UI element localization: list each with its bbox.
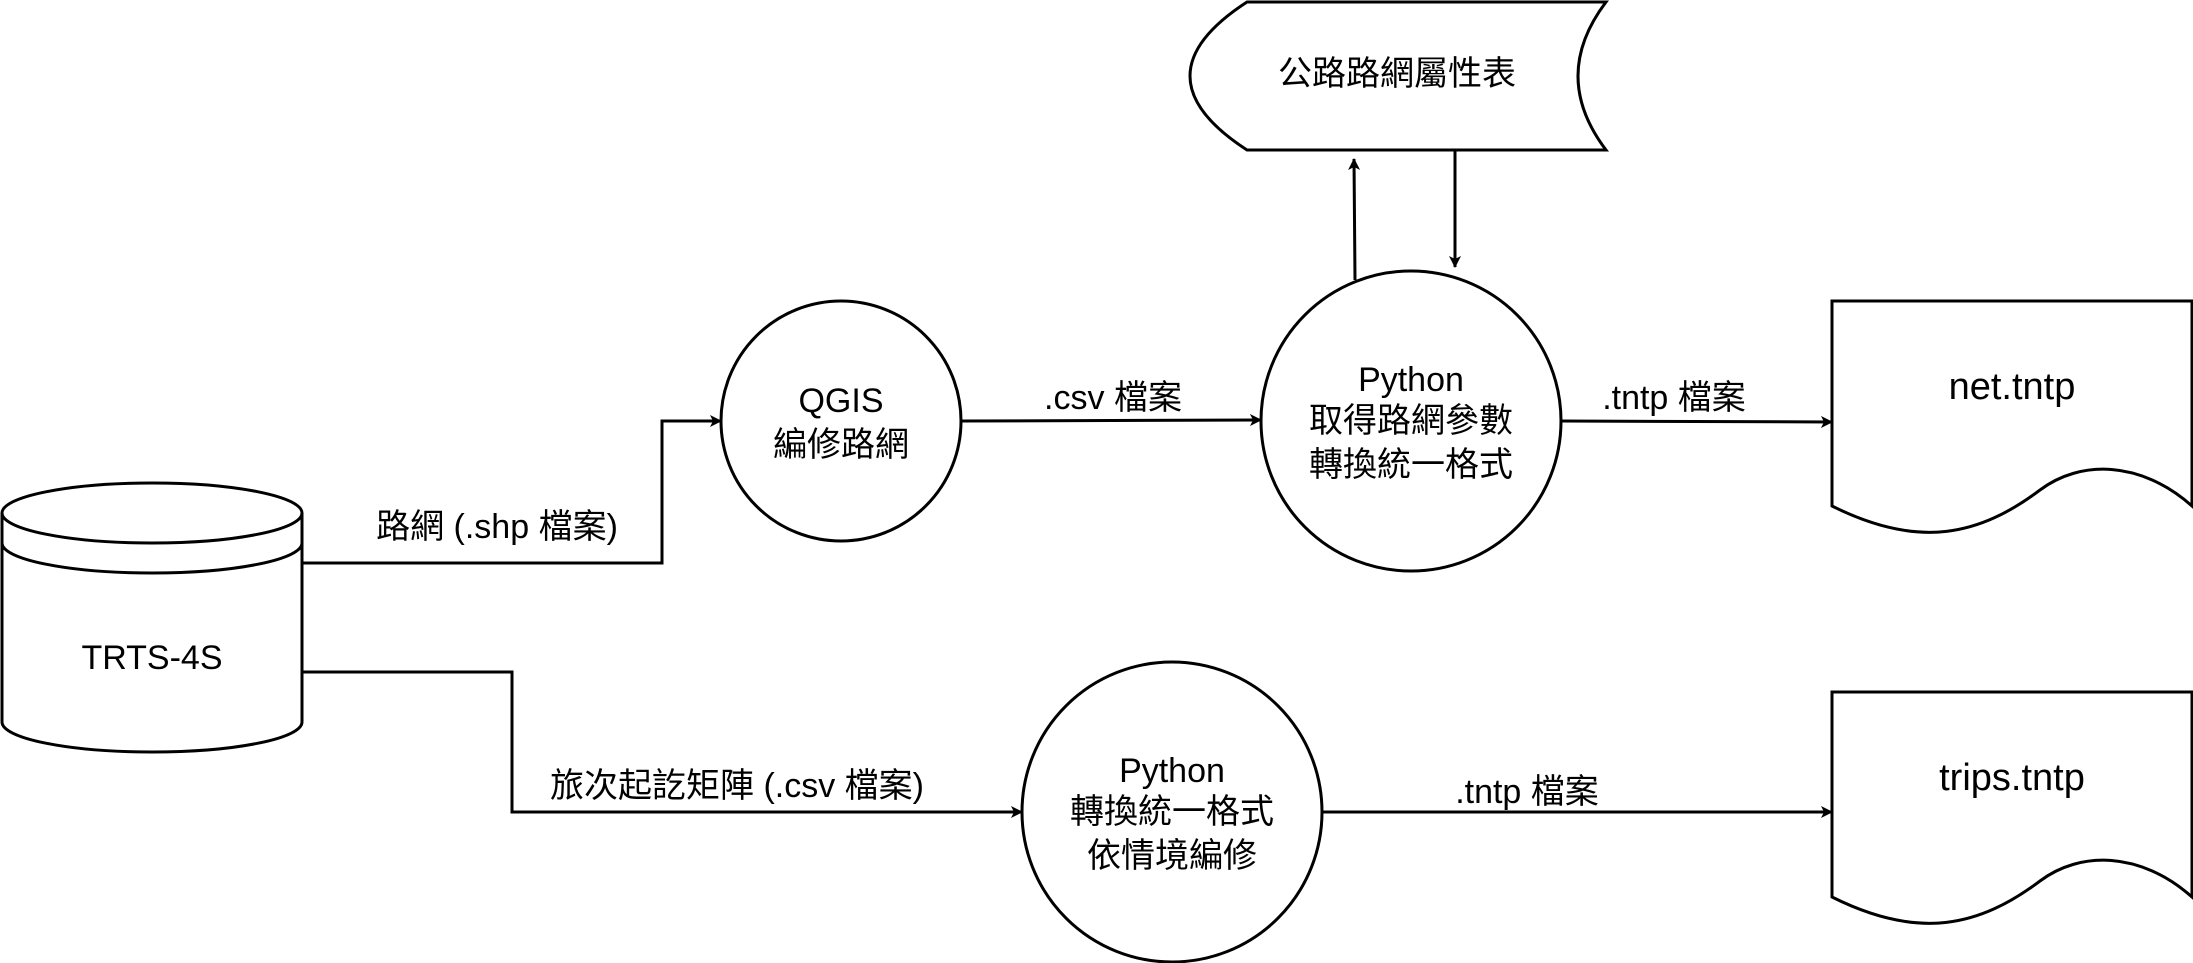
- edge-python-to-net-label: .tntp 檔案: [1602, 379, 1746, 417]
- net-file-label: net.tntp: [1949, 366, 2076, 408]
- qgis-label-line2: 編修路網: [773, 426, 909, 464]
- document-net-tntp: net.tntp: [1830, 299, 2193, 534]
- stored-data-attribute-table: 公路路網屬性表: [1188, 0, 1610, 152]
- python-net-label-line2: 取得路網參數: [1309, 402, 1513, 440]
- python-net-label-line3: 轉換統一格式: [1309, 446, 1513, 484]
- database-trts-4s: TRTS-4S: [0, 481, 304, 754]
- process-python-net: Python 取得路網參數 轉換統一格式: [1259, 269, 1563, 573]
- process-python-trips: Python 轉換統一格式 依情境編修: [1020, 660, 1324, 963]
- document-trips-tntp: trips.tntp: [1830, 690, 2193, 925]
- python-trips-label-line2: 轉換統一格式: [1070, 793, 1274, 831]
- process-qgis: QGIS 編修路網: [719, 299, 963, 543]
- edge-python-trips-to-file-label: .tntp 檔案: [1455, 773, 1599, 811]
- edge-qgis-to-python-label: .csv 檔案: [1044, 379, 1182, 417]
- edge-qgis-to-python: [960, 414, 1262, 427]
- trips-file-label: trips.tntp: [1939, 757, 2085, 799]
- edge-db-to-qgis-label: 路網 (.shp 檔案): [376, 508, 618, 546]
- edge-db-to-python-trips-label: 旅次起訖矩陣 (.csv 檔案): [550, 767, 924, 805]
- edge-python-to-net: [1560, 415, 1833, 428]
- python-trips-label-line1: Python: [1119, 752, 1225, 790]
- database-label: TRTS-4S: [81, 639, 222, 677]
- edge-python-to-attribute-table: [1348, 158, 1361, 281]
- flow-diagram: TRTS-4S QGIS 編修路網 Python 取得路網參數 轉換統一格式 P…: [0, 0, 2193, 963]
- attribute-table-label: 公路路網屬性表: [1278, 55, 1516, 93]
- python-net-label-line1: Python: [1358, 361, 1464, 399]
- python-trips-label-line3: 依情境編修: [1087, 837, 1257, 875]
- qgis-label-line1: QGIS: [798, 382, 883, 420]
